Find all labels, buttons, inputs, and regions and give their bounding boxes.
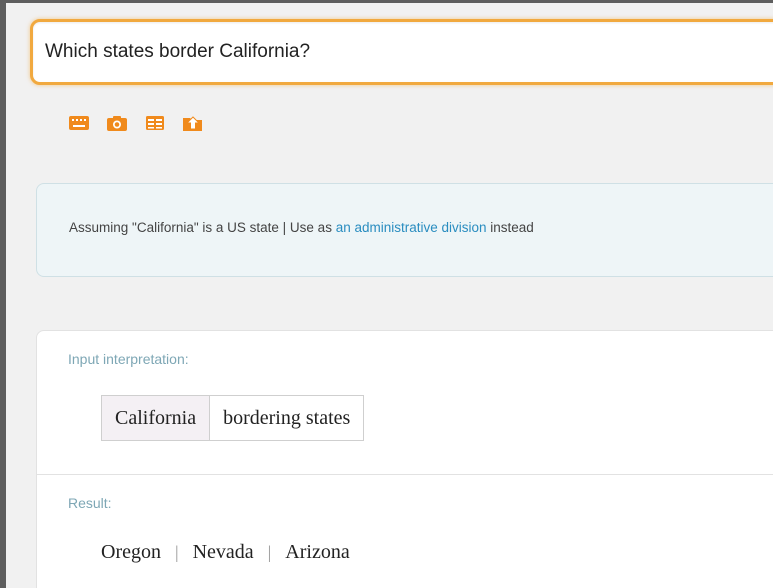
keyboard-icon[interactable] xyxy=(68,114,90,132)
upload-icon[interactable] xyxy=(182,114,204,132)
interpretation-cell-entity: California xyxy=(102,396,211,440)
app-window: Assuming "California" is a US state | Us… xyxy=(0,0,773,588)
input-interpretation-table: California bordering states xyxy=(101,395,365,441)
result-item: Arizona xyxy=(285,541,350,563)
interpretation-cell-property: bordering states xyxy=(223,407,351,429)
result-list: Oregon | Nevada | Arizona xyxy=(101,541,350,564)
result-item: Oregon xyxy=(101,541,161,563)
assumption-link[interactable]: an administrative division xyxy=(336,220,487,235)
assumption-text: Assuming "California" is a US state | Us… xyxy=(69,220,534,235)
camera-icon[interactable] xyxy=(106,114,128,132)
result-separator: | xyxy=(174,542,179,562)
input-interpretation-title: Input interpretation: xyxy=(68,351,189,367)
result-item: Nevada xyxy=(192,541,254,563)
assumption-prefix: Assuming "California" is a US state | Us… xyxy=(69,220,336,235)
result-title: Result: xyxy=(68,495,112,511)
pod-divider xyxy=(37,474,773,475)
input-toolbar xyxy=(68,113,204,133)
search-input[interactable] xyxy=(45,22,765,82)
search-box[interactable] xyxy=(30,19,773,85)
assumption-suffix: instead xyxy=(486,220,534,235)
results-panel: Input interpretation: California borderi… xyxy=(36,330,773,588)
table-icon[interactable] xyxy=(144,114,166,132)
assumption-panel: Assuming "California" is a US state | Us… xyxy=(36,183,773,277)
result-separator: | xyxy=(267,542,272,562)
